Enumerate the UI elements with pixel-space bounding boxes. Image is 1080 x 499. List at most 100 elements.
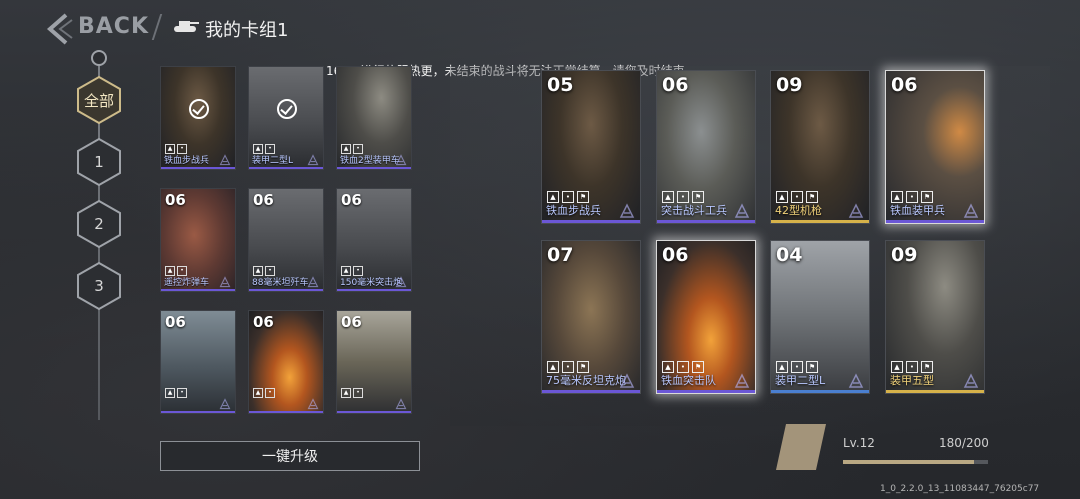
card-name: 遥控炸弹车	[164, 278, 210, 288]
rarity-emblem-icon	[307, 276, 319, 288]
filter-tab-label: 1	[94, 153, 104, 171]
filter-tab-label: 全部	[83, 91, 114, 110]
card-name: 150毫米突击炮	[340, 278, 403, 288]
unit-type-icon: ▲	[165, 388, 175, 398]
filter-tab-label: 2	[94, 215, 104, 233]
collection-card[interactable]: 06 ▲ • 88毫米坦歼车	[248, 188, 324, 292]
filter-tab-all[interactable]: 全部	[76, 75, 122, 125]
card-cost: 06	[662, 244, 689, 266]
collection-card[interactable]: 06 ▲ • 遥控炸弹车	[160, 188, 236, 292]
card-stats: ▲ •	[341, 388, 363, 398]
card-cost: 06	[253, 191, 274, 209]
deck-card[interactable]: 09 ▲ • ⚑ 42型机枪	[770, 70, 870, 224]
collection-card[interactable]: 06 ▲ •	[248, 310, 324, 414]
rarity-emblem-icon	[219, 398, 231, 410]
card-name: 75毫米反坦克炮	[546, 374, 626, 387]
card-cost: 07	[547, 244, 574, 266]
card-cost: 06	[891, 74, 918, 96]
rarity-emblem-icon	[963, 203, 979, 218]
card-name: 88毫米坦歼车	[252, 278, 309, 288]
rarity-emblem-icon	[848, 373, 864, 388]
build-version: 1_0_2.2.0_13_11083447_76205c77	[880, 484, 1040, 494]
rail-top-dot	[91, 50, 107, 66]
card-stats: ▲ •	[165, 388, 187, 398]
rarity-bar	[771, 390, 869, 393]
rarity-bar	[161, 167, 235, 169]
rarity-bar	[657, 390, 755, 393]
card-name: 铁血2型装甲车	[340, 156, 400, 166]
back-label: BACK	[78, 14, 149, 39]
filter-tab-3[interactable]: 3	[76, 261, 122, 311]
filter-tab-1[interactable]: 1	[76, 137, 122, 187]
back-button[interactable]: BACK	[44, 12, 154, 46]
card-name: 装甲五型	[890, 374, 934, 387]
rarity-bar	[161, 289, 235, 291]
deck-card[interactable]: 09 ▲ • ⚑ 装甲五型	[885, 240, 985, 394]
rarity-emblem-icon	[395, 154, 407, 166]
rarity-bar	[886, 390, 984, 393]
back-arrow-icon	[46, 13, 73, 45]
card-cost: 06	[253, 313, 274, 331]
rarity-bar	[657, 220, 755, 223]
rarity-emblem-icon	[963, 373, 979, 388]
card-cost: 06	[662, 74, 689, 96]
unit-type-icon: ▲	[341, 388, 351, 398]
collection-card[interactable]: ▲ • 装甲二型L	[248, 66, 324, 170]
upgrade-all-button[interactable]: 一键升级	[160, 441, 420, 471]
rarity-emblem-icon	[219, 276, 231, 288]
card-name: 装甲二型L	[252, 156, 294, 166]
card-name: 铁血突击队	[661, 374, 716, 387]
rarity-bar	[771, 220, 869, 223]
card-stats: ▲ •	[253, 388, 275, 398]
collection-card[interactable]: 06 ▲ • 150毫米突击炮	[336, 188, 412, 292]
card-name: 铁血步战兵	[164, 156, 210, 166]
card-cost: 04	[776, 244, 803, 266]
rarity-bar	[542, 220, 640, 223]
in-deck-check-icon	[277, 99, 297, 119]
deck-card[interactable]: 05 ▲ • ⚑ 铁血步战兵	[541, 70, 641, 224]
card-name: 装甲二型L	[775, 374, 826, 387]
collection-card[interactable]: 06 ▲ •	[336, 310, 412, 414]
deck-card[interactable]: 04 ▲ • ⚑ 装甲二型L	[770, 240, 870, 394]
rarity-bar	[337, 289, 411, 291]
rarity-bar	[337, 411, 411, 413]
card-name: 铁血步战兵	[546, 204, 601, 217]
rarity-bar	[337, 167, 411, 169]
rarity-bar	[249, 289, 323, 291]
collection-card[interactable]: ▲ • 铁血步战兵	[160, 66, 236, 170]
unit-type-icon: ▲	[253, 388, 263, 398]
deck-card[interactable]: 06 ▲ • ⚑ 突击战斗工兵	[656, 70, 756, 224]
level-icon: •	[353, 388, 363, 398]
top-bar: BACK 我的卡组1	[0, 0, 1080, 56]
rarity-bar	[249, 167, 323, 169]
collection-card[interactable]: ▲ • 铁血2型装甲车	[336, 66, 412, 170]
deck-title: 我的卡组1	[205, 20, 289, 41]
card-cost: 05	[547, 74, 574, 96]
card-cost: 06	[341, 191, 362, 209]
card-cost: 09	[891, 244, 918, 266]
level-progress-text: 180/200	[939, 436, 989, 450]
rarity-emblem-icon	[307, 398, 319, 410]
rarity-bar	[886, 220, 984, 223]
rarity-emblem-icon	[619, 373, 635, 388]
rarity-emblem-icon	[848, 203, 864, 218]
rarity-bar	[542, 390, 640, 393]
rarity-bar	[249, 411, 323, 413]
card-cost: 09	[776, 74, 803, 96]
level-icon: •	[177, 388, 187, 398]
card-cost: 06	[165, 191, 186, 209]
level-progress-fill	[843, 460, 974, 464]
collection-card[interactable]: 06 ▲ •	[160, 310, 236, 414]
rarity-emblem-icon	[619, 203, 635, 218]
rarity-bar	[161, 411, 235, 413]
level-progress-bar	[843, 460, 988, 464]
card-name: 铁血装甲兵	[890, 204, 945, 217]
filter-tab-2[interactable]: 2	[76, 199, 122, 249]
rarity-emblem-icon	[734, 373, 750, 388]
rarity-emblem-icon	[219, 154, 231, 166]
deck-card[interactable]: 06 ▲ • ⚑ 铁血突击队	[656, 240, 756, 394]
rarity-emblem-icon	[307, 154, 319, 166]
deck-card[interactable]: 06 ▲ • ⚑ 铁血装甲兵	[885, 70, 985, 224]
deck-card[interactable]: 07 ▲ • ⚑ 75毫米反坦克炮	[541, 240, 641, 394]
level-icon: •	[265, 388, 275, 398]
